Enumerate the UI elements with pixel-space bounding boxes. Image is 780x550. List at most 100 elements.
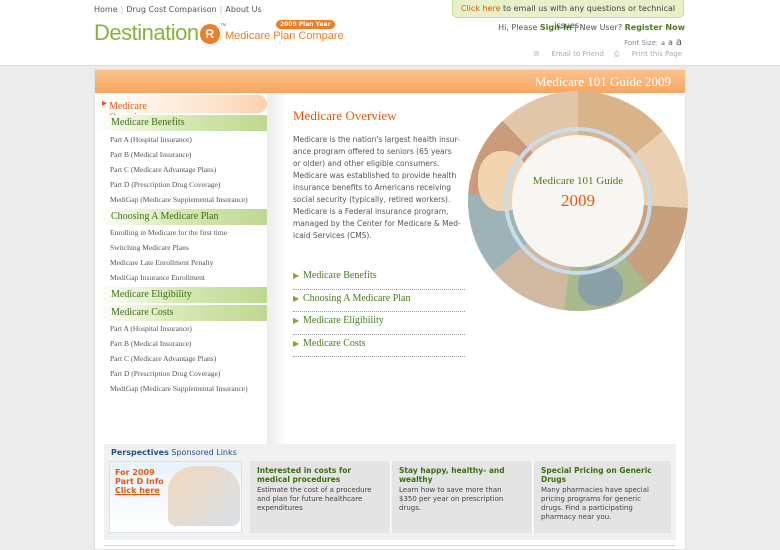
font-size-large-button[interactable]: a — [676, 37, 682, 48]
sidebar-item-costs-part-a[interactable]: Part A (Hospital Insurance) — [110, 324, 192, 333]
sidebar-section-eligibility[interactable]: Medicare Eligibility — [95, 287, 267, 303]
sponsored-card[interactable]: Interested in costs for medical procedure… — [250, 461, 391, 533]
sponsored-heading: Perspectives Sponsored Links — [111, 448, 237, 457]
topic-link-label: Medicare Costs — [303, 337, 366, 349]
card-body: Learn how to save more than $350 per year… — [399, 486, 503, 513]
card-title: Interested in costs for medical procedure… — [257, 466, 351, 484]
card-title-line: Drugs — [541, 475, 567, 484]
logo-rx-icon: R — [199, 24, 220, 44]
page-tools: ✉ Email to Friend ⎙ Print this Page — [523, 50, 682, 59]
paragraph-line: managed by the Center for Medicare & Med… — [293, 219, 461, 228]
overview-paragraph: Medicare is the nation's largest health … — [293, 134, 473, 242]
topic-link-eligibility[interactable]: ▶ Medicare Eligibility — [293, 312, 465, 335]
logo-subtitle: Medicare Plan Compare — [225, 30, 344, 42]
sidebar-item-late-penalty[interactable]: Medicare Late Enrollment Penalty — [110, 258, 214, 267]
paragraph-line: ance program offered to seniors (65 year… — [293, 147, 452, 156]
card-title: Stay happy, healthy- and wealthy — [399, 466, 505, 484]
card-body-line: drugs. Find a participating — [541, 504, 633, 512]
sidebar-section-benefits[interactable]: Medicare Benefits — [95, 115, 267, 131]
paragraph-line: social security (typically, retired work… — [293, 195, 451, 204]
sidebar-item-benefits-part-b[interactable]: Part B (Medical Insurance) — [110, 150, 191, 159]
part-d-promo[interactable]: For 2009 Part D Info Click here — [109, 461, 242, 533]
sidebar-item-benefits-part-d[interactable]: Part D (Prescription Drug Coverage) — [110, 180, 220, 189]
card-body-line: Estimate the cost of a procedure — [257, 486, 372, 494]
sidebar-item-medigap-enrollment[interactable]: MediGap Insurance Enrollment — [110, 273, 205, 282]
font-size-small-button[interactable]: a — [661, 40, 665, 47]
sidebar-item-costs-part-b[interactable]: Part B (Medical Insurance) — [110, 339, 191, 348]
paragraph-line: icaid Services (CMS). — [293, 231, 372, 240]
arrow-icon: ▶ — [293, 316, 300, 325]
topic-link-benefits[interactable]: ▶ Medicare Benefits — [293, 267, 465, 290]
arrow-icon: ▶ — [293, 271, 300, 280]
sidebar-item-overview[interactable]: ▸ Medicare Overview — [95, 95, 267, 123]
circle-label-year: 2009 — [561, 191, 595, 210]
circle-label-title: Medicare 101 Guide — [532, 175, 624, 187]
topic-link-choosing[interactable]: ▶ Choosing A Medicare Plan — [293, 290, 465, 312]
print-page-link[interactable]: ⎙ Print this Page — [614, 50, 682, 58]
nav-about-link[interactable]: About Us — [225, 5, 261, 14]
paragraph-line: or older) and other eligible consumers. — [293, 159, 440, 168]
register-link[interactable]: Register Now — [625, 23, 685, 32]
sidebar-item-enrolling[interactable]: Enrolling in Medicare for the first time — [110, 228, 227, 237]
user-bar: Hi, Please Sign-In | New User? Register … — [498, 23, 685, 32]
notice-bar: Click here to email us with any question… — [452, 0, 684, 30]
card-title: Special Pricing on Generic Drugs — [541, 466, 652, 484]
card-body: Estimate the cost of a procedure and plan… — [257, 486, 372, 513]
new-user-text: | New User? — [571, 23, 625, 32]
content-page: Medicare 101 Guide 2009 ▸ Medicare Overv… — [94, 69, 688, 550]
sidebar-section-choosing[interactable]: Choosing A Medicare Plan — [95, 209, 267, 225]
sidebar-item-overview-label: ▸ Medicare Overview — [102, 98, 148, 123]
paragraph-line: Medicare was established to provide heal… — [293, 171, 457, 180]
sidebar: ▸ Medicare Overview Medicare Benefits Pa… — [95, 93, 267, 448]
promo-text: For 2009 Part D Info Click here — [115, 468, 167, 495]
sidebar-section-costs[interactable]: Medicare Costs — [95, 305, 267, 321]
font-size-control: Font Size: a a a — [624, 37, 682, 48]
logo-text: Destination — [94, 20, 199, 45]
font-size-label: Font Size: — [624, 39, 659, 47]
paragraph-line: Medicare is the nation's largest health … — [293, 135, 460, 144]
topic-link-costs[interactable]: ▶ Medicare Costs — [293, 335, 465, 357]
sidebar-item-costs-medigap[interactable]: MediGap (Medicare Supplemental Insurance… — [110, 384, 248, 393]
nav-drug-cost-link[interactable]: Drug Cost Comparison — [126, 5, 216, 14]
promo-click-here-link[interactable]: Click here — [115, 486, 160, 495]
card-title-line: wealthy — [399, 475, 433, 484]
topic-link-label: Medicare Eligibility — [303, 315, 384, 326]
sidebar-item-benefits-medigap[interactable]: MediGap (Medicare Supplemental Insurance… — [110, 195, 248, 204]
sidebar-item-switching[interactable]: Switching Medicare Plans — [110, 243, 189, 252]
card-body-line: $350 per year on prescription — [399, 495, 504, 503]
sponsored-card[interactable]: Stay happy, healthy- and wealthy Learn ho… — [392, 461, 533, 533]
card-body-line: pharmacy near you. — [541, 513, 612, 521]
card-title-line: Interested in costs for — [257, 466, 352, 475]
page-title: Medicare Overview — [293, 108, 397, 123]
sidebar-item-costs-part-d[interactable]: Part D (Prescription Drug Coverage) — [110, 369, 220, 378]
banner-title: Medicare 101 Guide 2009 — [534, 74, 671, 89]
logo-tm: ™ — [219, 23, 227, 30]
paragraph-line: insurance benefits to Americans receivin… — [293, 183, 452, 192]
topic-link-label: Choosing A Medicare Plan — [303, 292, 411, 304]
nav-home-link[interactable]: Home — [94, 5, 118, 14]
card-body: Many pharmacies have special pricing prog… — [541, 486, 649, 522]
sponsored-card[interactable]: Special Pricing on Generic Drugs Many pha… — [534, 461, 671, 533]
senior-couple-laptop-image — [168, 466, 240, 526]
card-title-line: Stay happy, healthy- and — [399, 466, 505, 475]
sign-in-link[interactable]: Sign-In — [540, 23, 572, 32]
greeting-text: Hi, Please — [498, 23, 540, 32]
topic-link-label: Medicare Benefits — [303, 270, 377, 281]
top-nav: Home | Drug Cost Comparison | About Us — [94, 5, 262, 14]
email-friend-link[interactable]: ✉ Email to Friend — [533, 50, 604, 58]
paragraph-line: Medicare is a Federal insurance program, — [293, 207, 449, 216]
arrow-icon: ▶ — [293, 338, 300, 348]
card-title-line: medical procedures — [257, 475, 341, 484]
topic-links: ▶ Medicare Benefits ▶ Choosing A Medicare … — [293, 267, 465, 357]
divider: | — [219, 5, 223, 14]
bottom-divider — [104, 545, 676, 546]
sidebar-item-costs-part-c[interactable]: Part C (Medicare Advantage Plans) — [110, 354, 216, 363]
arrow-icon: ▶ — [293, 293, 300, 303]
font-size-medium-button[interactable]: a — [668, 38, 673, 47]
site-logo[interactable]: Destination R™ — [94, 20, 227, 46]
sidebar-item-benefits-part-a[interactable]: Part A (Hospital Insurance) — [110, 135, 192, 144]
card-body-line: and plan for future healthcare — [257, 495, 363, 503]
circle-label: Medicare 101 Guide 2009 — [512, 135, 644, 267]
sidebar-item-benefits-part-c[interactable]: Part C (Medicare Advantage Plans) — [110, 165, 216, 174]
notice-click-here-link[interactable]: Click here — [461, 4, 501, 13]
